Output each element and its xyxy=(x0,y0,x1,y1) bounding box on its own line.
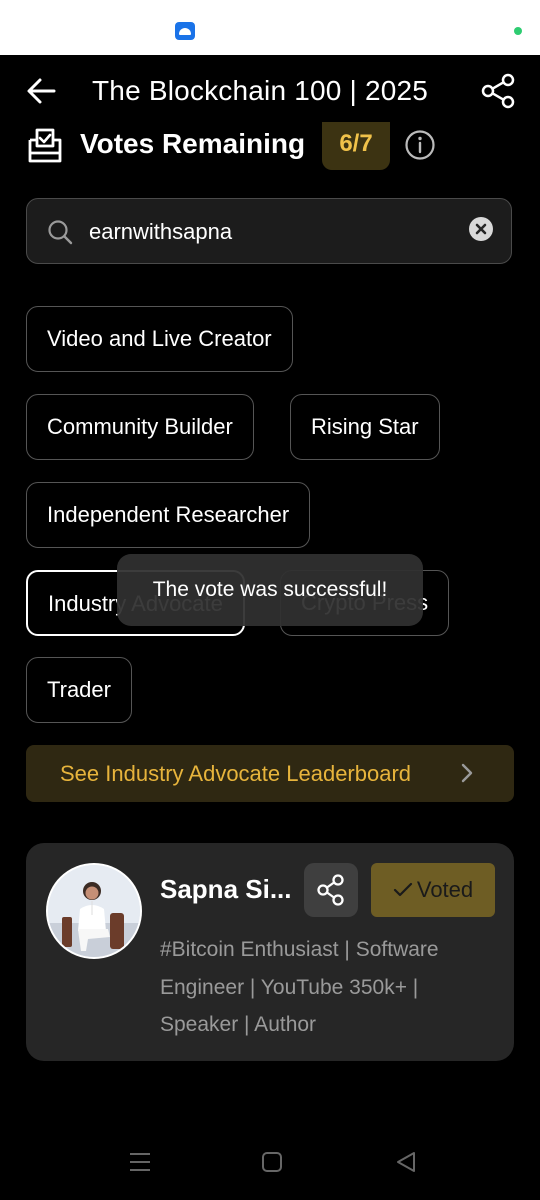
search-input[interactable] xyxy=(87,213,461,251)
back-arrow-icon[interactable] xyxy=(22,71,62,111)
ballot-box-icon xyxy=(26,126,64,164)
app-header: The Blockchain 100 | 2025 xyxy=(0,55,540,127)
clear-search-icon[interactable] xyxy=(469,217,493,241)
info-icon[interactable] xyxy=(404,129,436,161)
system-nav-bar xyxy=(0,1130,540,1200)
voted-button[interactable]: Voted xyxy=(371,863,495,917)
nominee-share-button[interactable] xyxy=(304,863,358,917)
category-chip-independent-researcher[interactable]: Independent Researcher xyxy=(26,482,311,548)
nominee-avatar[interactable] xyxy=(46,863,142,959)
leaderboard-link[interactable]: See Industry Advocate Leaderboard xyxy=(26,745,514,802)
search-icon xyxy=(47,219,73,245)
nominee-name[interactable]: Sapna Si... xyxy=(160,874,292,905)
page-title: The Blockchain 100 | 2025 xyxy=(92,75,429,106)
android-icon xyxy=(175,22,195,40)
status-bar xyxy=(0,0,540,55)
category-chip-video-live-creator[interactable]: Video and Live Creator xyxy=(26,306,293,372)
category-chip-community-builder[interactable]: Community Builder xyxy=(26,394,254,460)
home-icon[interactable] xyxy=(261,1151,283,1173)
category-chip-trader[interactable]: Trader xyxy=(26,657,132,723)
share-icon[interactable] xyxy=(478,71,518,111)
votes-remaining-label: Votes Remaining xyxy=(80,128,306,159)
chevron-right-icon xyxy=(456,762,478,784)
category-chip-rising-star[interactable]: Rising Star xyxy=(290,394,440,460)
toast-message: The vote was successful! xyxy=(117,554,423,626)
system-back-icon[interactable] xyxy=(394,1150,418,1174)
leaderboard-link-label: See Industry Advocate Leaderboard xyxy=(60,761,412,786)
nominee-card: Sapna Si... Voted #Bitcoin Enthusiast | … xyxy=(26,843,514,1061)
recent-apps-icon[interactable] xyxy=(128,1150,152,1174)
voted-button-label: Voted xyxy=(416,877,474,902)
checkmark-icon xyxy=(393,882,412,897)
search-box xyxy=(26,198,512,264)
status-dot-icon xyxy=(514,27,522,35)
nominee-bio: #Bitcoin Enthusiast | Software Engineer … xyxy=(160,938,439,1036)
votes-remaining-count: 6/7 xyxy=(322,122,390,170)
votes-remaining-row: Votes Remaining 6/7 xyxy=(0,122,540,172)
